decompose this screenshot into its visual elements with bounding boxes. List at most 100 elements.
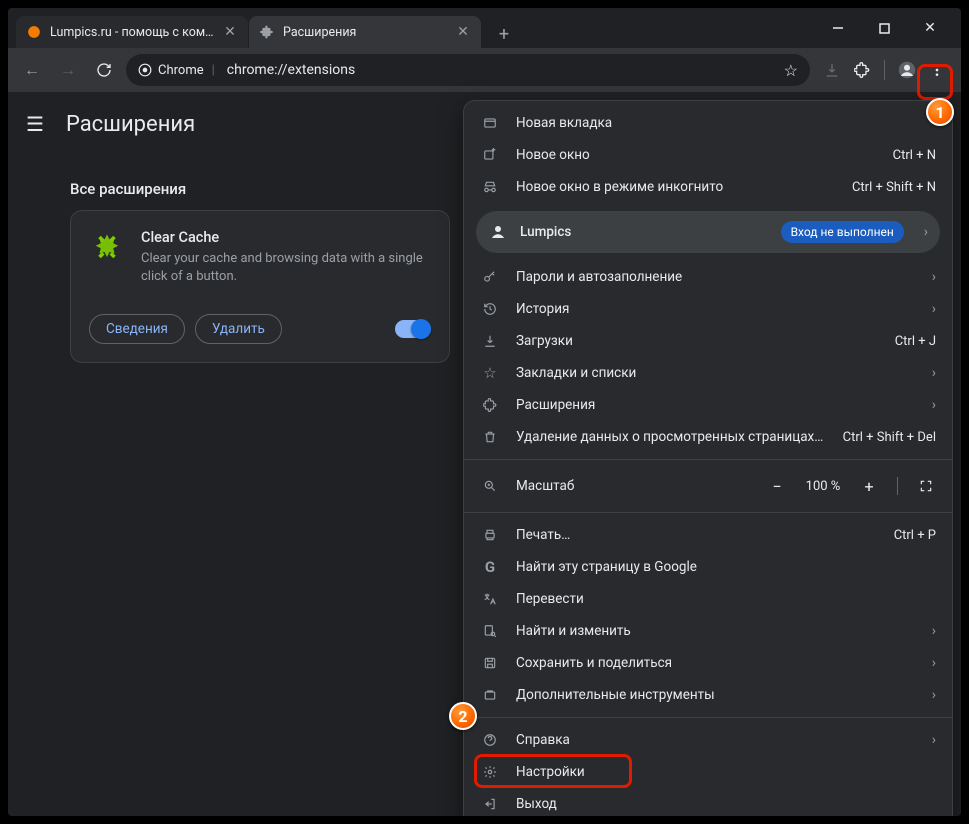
menu-label: Загрузки	[516, 333, 879, 349]
translate-icon	[480, 592, 500, 606]
help-icon	[480, 733, 500, 747]
menu-item-new-window[interactable]: Новое окно Ctrl + N	[464, 139, 952, 171]
signin-chip[interactable]: Вход не выполнен	[781, 221, 904, 243]
nav-back-button[interactable]: ←	[18, 56, 46, 84]
window-close[interactable]: ✕	[907, 8, 953, 48]
nav-forward-button[interactable]: →	[54, 56, 82, 84]
window-maximize[interactable]	[861, 8, 907, 48]
exit-icon	[480, 797, 500, 811]
zoom-value: 100 %	[801, 479, 845, 494]
close-tab-icon[interactable]: ✕	[455, 24, 471, 40]
menu-item-zoom: Масштаб − 100 % +	[464, 466, 952, 506]
bookmark-star-icon: ☆	[480, 364, 500, 382]
favicon-extensions	[259, 24, 275, 40]
chevron-right-icon: ›	[924, 224, 928, 240]
menu-item-exit[interactable]: Выход	[464, 788, 952, 816]
menu-item-settings[interactable]: Настройки	[464, 756, 952, 788]
menu-label: Новая вкладка	[516, 115, 936, 131]
menu-label: Закладки и списки	[516, 365, 908, 381]
menu-label: Новое окно	[516, 147, 877, 163]
tab-strip: Lumpics.ru - помощь с компью ✕ Расширени…	[8, 8, 961, 48]
menu-item-google-search[interactable]: G Найти эту страницу в Google	[464, 551, 952, 583]
menu-item-downloads[interactable]: Загрузки Ctrl + J	[464, 325, 952, 357]
chrome-menu: Новая вкладка Новое окно Ctrl + N Новое …	[463, 100, 953, 816]
menu-item-print[interactable]: Печать… Ctrl + P	[464, 519, 952, 551]
menu-label: Выход	[516, 796, 936, 812]
menu-shortcut: Ctrl + J	[895, 334, 936, 349]
menu-shortcut: Ctrl + N	[893, 148, 936, 163]
menu-label: Масштаб	[516, 478, 751, 494]
details-button[interactable]: Сведения	[89, 314, 185, 344]
menu-label: Печать…	[516, 527, 878, 543]
new-tab-button[interactable]: +	[490, 20, 518, 48]
nav-refresh-button[interactable]	[90, 56, 118, 84]
close-tab-icon[interactable]: ✕	[222, 24, 238, 40]
menu-label: Удаление данных о просмотренных страница…	[516, 429, 827, 445]
chrome-chip: Chrome |	[138, 63, 217, 78]
menu-item-find-edit[interactable]: Найти и изменить ›	[464, 615, 952, 647]
tools-icon	[480, 688, 500, 702]
menu-item-new-tab[interactable]: Новая вкладка	[464, 107, 952, 139]
extension-description: Clear your cache and browsing data with …	[141, 250, 431, 286]
menu-profile-row[interactable]: Lumpics Вход не выполнен ›	[476, 211, 940, 253]
menu-item-help[interactable]: Справка ›	[464, 724, 952, 756]
favicon-lumpics	[26, 24, 42, 40]
menu-item-history[interactable]: История ›	[464, 293, 952, 325]
page-title: Расширения	[66, 112, 195, 137]
remove-button[interactable]: Удалить	[195, 314, 282, 344]
menu-item-extensions[interactable]: Расширения ›	[464, 389, 952, 421]
menu-label: Расширения	[516, 397, 908, 413]
fullscreen-button[interactable]	[916, 476, 936, 496]
menu-item-more-tools[interactable]: Дополнительные инструменты ›	[464, 679, 952, 711]
menu-label: Справка	[516, 732, 908, 748]
download-icon[interactable]	[818, 56, 846, 84]
chevron-right-icon: ›	[932, 365, 936, 381]
annotation-badge-2: 2	[449, 702, 477, 730]
extension-icon	[89, 229, 125, 265]
find-icon	[480, 624, 500, 638]
browser-tab-lumpics[interactable]: Lumpics.ru - помощь с компью ✕	[16, 16, 248, 48]
menu-shortcut: Ctrl + Shift + Del	[843, 430, 936, 445]
menu-label: История	[516, 301, 908, 317]
menu-item-incognito[interactable]: Новое окно в режиме инкогнито Ctrl + Shi…	[464, 171, 952, 203]
menu-label: Найти и изменить	[516, 623, 908, 639]
gear-icon	[480, 765, 500, 779]
profile-name: Lumpics	[520, 224, 769, 240]
chevron-right-icon: ›	[932, 655, 936, 671]
enable-toggle[interactable]	[395, 320, 431, 338]
bookmark-star-icon[interactable]: ☆	[784, 61, 798, 80]
profile-icon	[488, 223, 508, 241]
chevron-right-icon: ›	[932, 397, 936, 413]
menu-item-translate[interactable]: Перевести	[464, 583, 952, 615]
window-minimize[interactable]	[815, 8, 861, 48]
download-icon	[480, 334, 500, 348]
chrome-chip-label: Chrome	[158, 63, 204, 78]
profile-avatar-icon[interactable]	[893, 56, 921, 84]
kebab-menu-button[interactable]	[923, 56, 951, 84]
zoom-out-button[interactable]: −	[767, 476, 787, 496]
zoom-in-button[interactable]: +	[859, 476, 879, 496]
extension-icon	[480, 398, 500, 412]
menu-item-passwords[interactable]: Пароли и автозаполнение ›	[464, 261, 952, 293]
extensions-icon[interactable]	[848, 56, 876, 84]
url-text: chrome://extensions	[227, 62, 774, 78]
incognito-icon	[480, 180, 500, 194]
annotation-badge-1: 1	[926, 98, 954, 126]
omnibox[interactable]: Chrome | chrome://extensions ☆	[126, 54, 810, 86]
menu-label: Перевести	[516, 591, 936, 607]
extension-name: Clear Cache	[141, 229, 431, 246]
menu-item-save-share[interactable]: Сохранить и поделиться ›	[464, 647, 952, 679]
menu-label: Дополнительные инструменты	[516, 687, 908, 703]
history-icon	[480, 302, 500, 316]
menu-shortcut: Ctrl + Shift + N	[852, 180, 936, 195]
menu-label: Новое окно в режиме инкогнито	[516, 179, 836, 195]
hamburger-menu-icon[interactable]: ☰	[26, 112, 44, 136]
chevron-right-icon: ›	[932, 732, 936, 748]
save-icon	[480, 656, 500, 670]
menu-item-bookmarks[interactable]: ☆ Закладки и списки ›	[464, 357, 952, 389]
chevron-right-icon: ›	[932, 623, 936, 639]
menu-item-clear-data[interactable]: Удаление данных о просмотренных страница…	[464, 421, 952, 453]
chevron-right-icon: ›	[932, 269, 936, 285]
browser-tab-extensions[interactable]: Расширения ✕	[249, 16, 481, 48]
tab-title: Lumpics.ru - помощь с компью	[50, 25, 214, 40]
